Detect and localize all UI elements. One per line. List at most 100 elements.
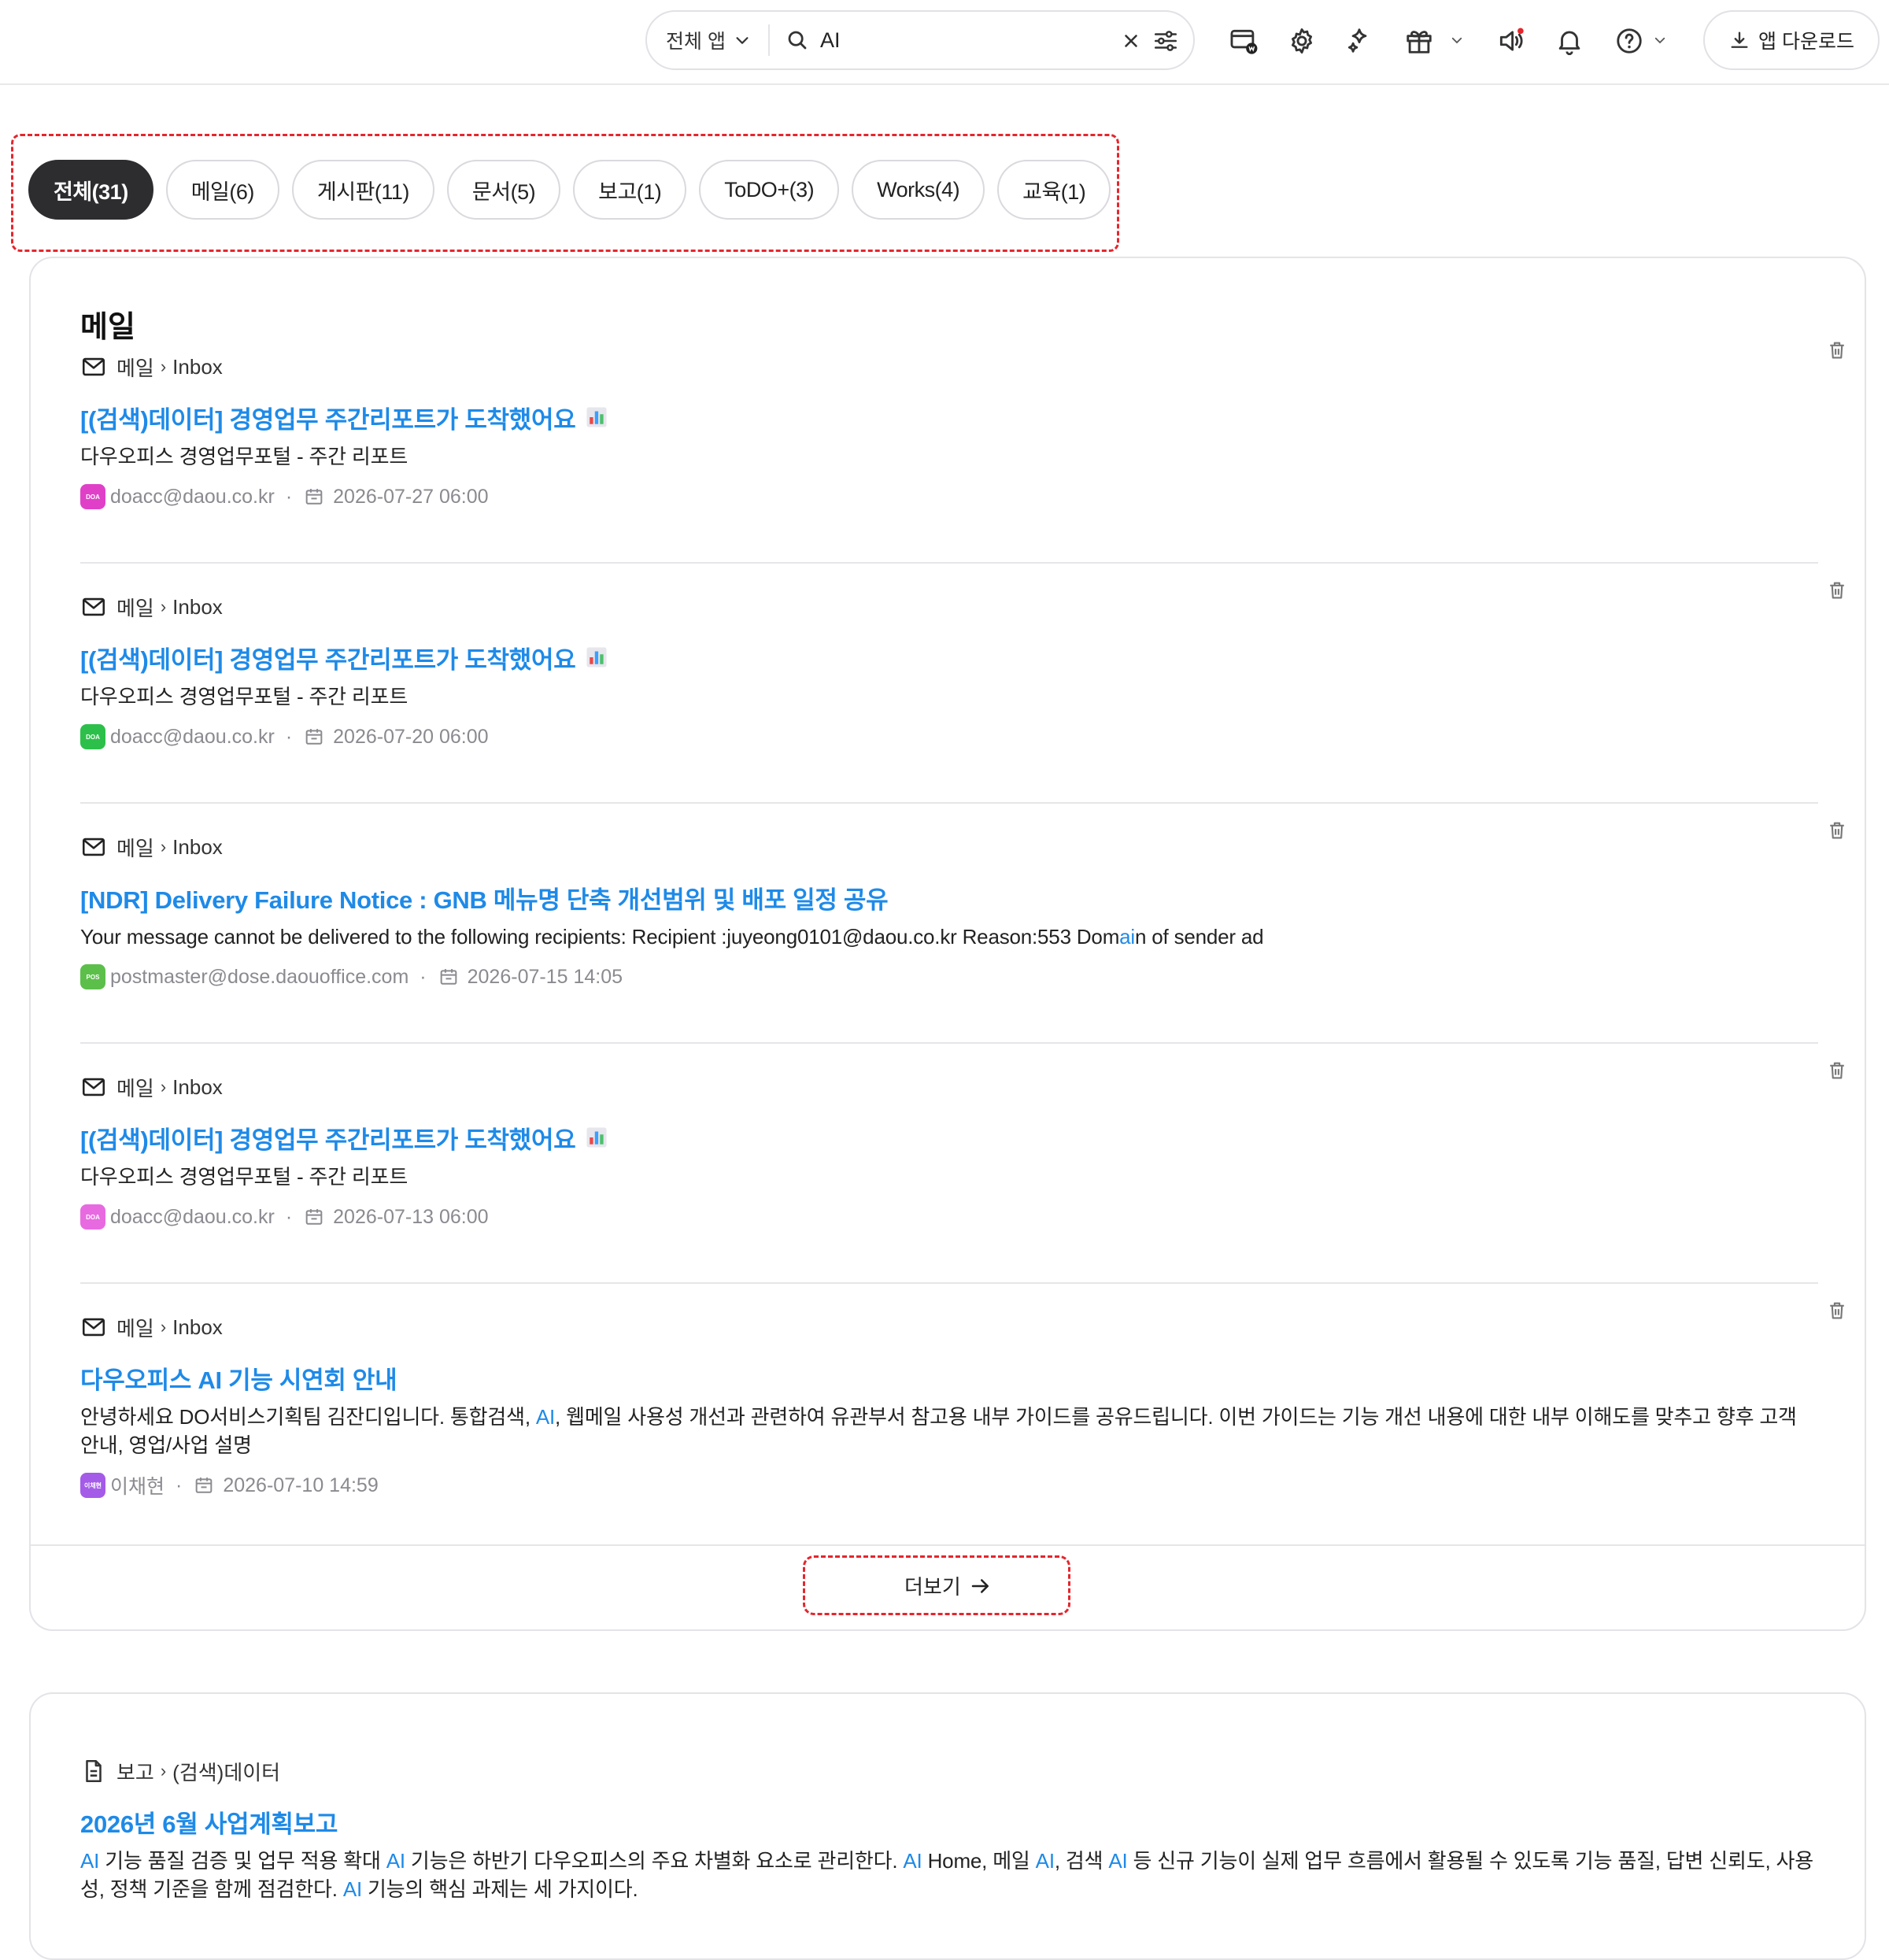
- settings-gear-icon[interactable]: [1285, 24, 1319, 58]
- calendar-icon: [196, 1477, 213, 1493]
- search-icon: [788, 31, 807, 50]
- filter-tab[interactable]: Works(4): [852, 160, 985, 220]
- sender: doacc@daou.co.kr: [110, 725, 275, 748]
- calendar-icon: [440, 969, 457, 985]
- item-preview-text: 기능 품질 검증 및 업무 적용 확대: [99, 1849, 386, 1873]
- list-item[interactable]: 메일 › Inbox [NDR] Delivery Failure Notice : …: [80, 822, 1844, 990]
- breadcrumb-app: 메일: [116, 1316, 154, 1341]
- divider: [31, 1544, 1865, 1546]
- item-meta: DOA doacc@daou.co.kr · 2026-07-13 06:00: [80, 1204, 1818, 1230]
- breadcrumb-app: 메일: [116, 356, 154, 380]
- item-preview: Your message cannot be delivered to the …: [80, 923, 1818, 951]
- item-meta: DOA doacc@daou.co.kr · 2026-07-27 06:00: [80, 483, 1818, 510]
- help-icon[interactable]: [1612, 24, 1647, 58]
- bar-chart-emoji-icon: [586, 1127, 607, 1148]
- trash-icon[interactable]: [1825, 1059, 1849, 1082]
- chevron-down-icon[interactable]: [1450, 33, 1464, 47]
- search-highlight: ai: [1119, 925, 1135, 949]
- arrow-right-icon: [971, 1578, 989, 1593]
- bell-icon[interactable]: [1552, 24, 1587, 58]
- ai-spark-icon[interactable]: [1342, 24, 1377, 58]
- mail-icon: [82, 1318, 105, 1337]
- breadcrumb: 보고 › (검색)데이터: [80, 1757, 1818, 1785]
- search-input[interactable]: [819, 20, 1135, 60]
- breadcrumb-folder: Inbox: [172, 354, 223, 379]
- item-meta: POS postmaster@dose.daouoffice.com · 2026-0…: [80, 963, 1818, 990]
- mail-icon: [82, 1078, 105, 1096]
- list-item[interactable]: 메일 › Inbox [(검색)데이터] 경영업무 주간리포트가 도착했어요 다우오피스…: [80, 342, 1844, 510]
- filter-tab[interactable]: 교육(1): [997, 160, 1111, 220]
- item-meta: DOA doacc@daou.co.kr · 2026-07-20 06:00: [80, 723, 1818, 750]
- item-subject: 다우오피스 AI 기능 시연회 안내: [80, 1366, 397, 1394]
- chevron-down-icon[interactable]: [1653, 33, 1667, 47]
- search-highlight: AI: [535, 1405, 556, 1429]
- breadcrumb-folder: Inbox: [172, 1074, 223, 1099]
- item-preview-text: 다우오피스 경영업무포털 - 주간 리포트: [80, 685, 408, 708]
- item-subject: [NDR] Delivery Failure Notice : GNB 메뉴명 …: [80, 886, 889, 914]
- item-preview-text: 다우오피스 경영업무포털 - 주간 리포트: [80, 1165, 408, 1189]
- trash-icon[interactable]: [1825, 819, 1849, 842]
- item-subject-link[interactable]: [(검색)데이터] 경영업무 주간리포트가 도착했어요: [80, 1122, 1818, 1154]
- breadcrumb-folder: (검색)데이터: [172, 1760, 281, 1784]
- filter-tab[interactable]: 보고(1): [573, 160, 687, 220]
- item-subject: [(검색)데이터] 경영업무 주간리포트가 도착했어요: [80, 405, 576, 434]
- item-subject-link[interactable]: [(검색)데이터] 경영업무 주간리포트가 도착했어요: [80, 642, 1818, 674]
- search-highlight: AI: [80, 1849, 100, 1873]
- item-preview-text: Your message cannot be delivered to the …: [80, 925, 1120, 949]
- item-subject: [(검색)데이터] 경영업무 주간리포트가 도착했어요: [80, 1126, 576, 1154]
- search-scope-select[interactable]: 전체 앱: [647, 24, 770, 56]
- item-preview: 다우오피스 경영업무포털 - 주간 리포트: [80, 682, 1818, 711]
- item-preview-text: , 검색: [1054, 1849, 1109, 1873]
- search-box: 전체 앱: [645, 10, 1195, 70]
- webmail-icon[interactable]: [1226, 24, 1261, 58]
- app-download-button[interactable]: 앱 다운로드: [1703, 10, 1880, 70]
- search-highlight: AI: [1035, 1849, 1055, 1873]
- sender: doacc@daou.co.kr: [110, 485, 275, 508]
- avatar: DOA: [80, 484, 105, 509]
- breadcrumb: 메일 › Inbox: [80, 1313, 1818, 1341]
- breadcrumb-app: 메일: [116, 1076, 154, 1100]
- search-scope-label: 전체 앱: [666, 31, 726, 53]
- section-title: 메일: [80, 311, 135, 344]
- list-item[interactable]: 메일 › Inbox [(검색)데이터] 경영업무 주간리포트가 도착했어요다우오피스…: [80, 582, 1844, 750]
- item-subject-link[interactable]: 2026년 6월 사업계획보고: [80, 1806, 1818, 1838]
- item-subject-link[interactable]: [NDR] Delivery Failure Notice : GNB 메뉴명 …: [80, 882, 1818, 914]
- filter-tab[interactable]: ToDO+(3): [699, 160, 840, 220]
- avatar: POS: [80, 964, 105, 989]
- list-item[interactable]: 보고 › (검색)데이터 2026년 6월 사업계획보고 AI 기능 품질 검증…: [80, 1757, 1818, 1903]
- breadcrumb: 메일 › Inbox: [80, 593, 1818, 621]
- breadcrumb: 메일 › Inbox: [80, 1073, 1818, 1101]
- trash-icon[interactable]: [1825, 338, 1849, 362]
- item-subject-link[interactable]: [(검색)데이터] 경영업무 주간리포트가 도착했어요: [80, 401, 1818, 434]
- mail-results-card: 메일 메일 › Inbox [(검색)데이터] 경영업무 주간리포트가 도착했어요 다우…: [29, 257, 1866, 1631]
- item-preview: 다우오피스 경영업무포털 - 주간 리포트: [80, 442, 1818, 471]
- breadcrumb-folder: Inbox: [172, 1315, 223, 1339]
- speaker-icon[interactable]: [1494, 24, 1529, 58]
- filter-tab[interactable]: 메일(6): [165, 160, 279, 220]
- more-button[interactable]: 더보기: [904, 1571, 993, 1600]
- more-label: 더보기: [904, 1575, 961, 1599]
- list-item[interactable]: 메일 › Inbox 다우오피스 AI 기능 시연회 안내 안녕하세요 DO서비스기획팀…: [80, 1302, 1844, 1499]
- calendar-icon: [305, 729, 323, 745]
- item-preview-text: Home, 메일: [922, 1849, 1036, 1873]
- date: 2026-07-13 06:00: [333, 1205, 489, 1228]
- trash-icon[interactable]: [1825, 579, 1849, 602]
- filter-settings-icon[interactable]: [1152, 28, 1179, 54]
- filter-tab[interactable]: 전체(31): [28, 160, 153, 220]
- date: 2026-07-15 14:05: [467, 965, 623, 988]
- list-item[interactable]: 메일 › Inbox [(검색)데이터] 경영업무 주간리포트가 도착했어요다우오피스…: [80, 1062, 1844, 1230]
- search-highlight: AI: [903, 1849, 922, 1873]
- breadcrumb-folder: Inbox: [172, 834, 223, 859]
- filter-tab[interactable]: 게시판(11): [291, 160, 434, 220]
- item-subject-link[interactable]: 다우오피스 AI 기능 시연회 안내: [80, 1362, 1818, 1394]
- trash-icon[interactable]: [1825, 1299, 1849, 1322]
- avatar: 이채현: [80, 1473, 105, 1498]
- item-preview-text: 기능은 하반기 다우오피스의 주요 차별화 요소로 관리한다.: [405, 1849, 904, 1873]
- clear-search-icon[interactable]: [1121, 31, 1141, 51]
- sender: 이채현: [110, 1476, 165, 1498]
- filter-tab[interactable]: 문서(5): [446, 160, 561, 220]
- date: 2026-07-27 06:00: [333, 485, 489, 508]
- chevron-down-icon: [736, 37, 749, 44]
- breadcrumb-app: 보고: [116, 1760, 154, 1784]
- gift-icon[interactable]: [1402, 24, 1436, 58]
